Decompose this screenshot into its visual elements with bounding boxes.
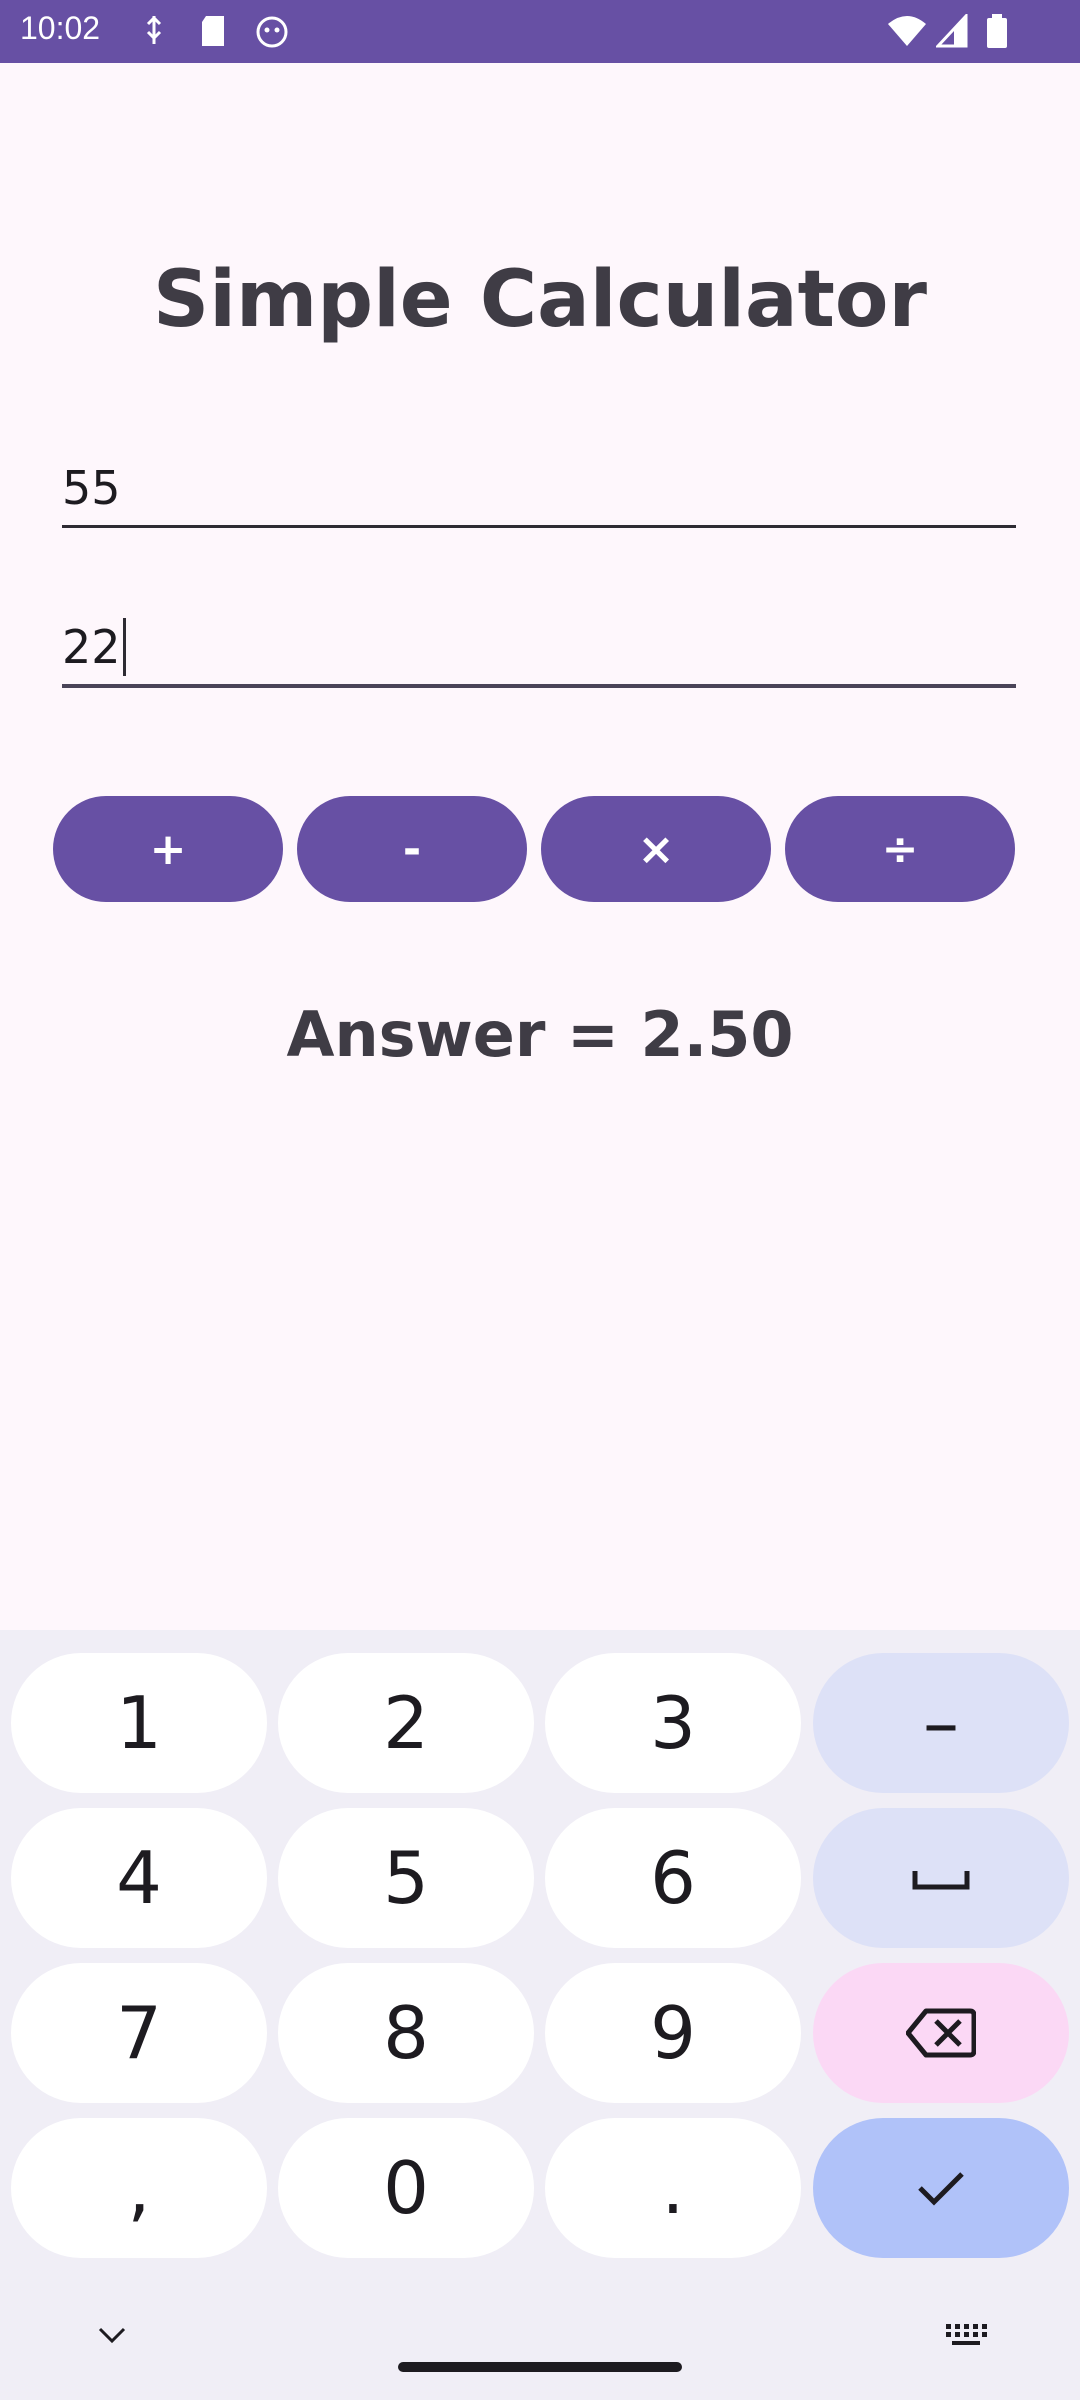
subtract-button[interactable]: - (297, 796, 527, 902)
space-bar-icon (912, 1871, 970, 1890)
first-number-value: 55 (62, 461, 121, 515)
key-1[interactable]: 1 (11, 1653, 267, 1793)
key-space[interactable] (813, 1808, 1069, 1948)
usb-debug-icon (142, 14, 166, 53)
key-8[interactable]: 8 (278, 1963, 534, 2103)
text-cursor (122, 618, 126, 676)
key-0[interactable]: 0 (278, 2118, 534, 2258)
app-title: Simple Calculator (153, 255, 927, 345)
key-2[interactable]: 2 (278, 1653, 534, 1793)
checkmark-icon (918, 2172, 964, 2206)
divide-button[interactable]: ÷ (785, 796, 1015, 902)
gesture-nav-handle[interactable] (398, 2362, 682, 2372)
status-bar: 10:02 (0, 0, 1080, 63)
answer-text: Answer = 2.50 (286, 998, 794, 1071)
key-backspace[interactable] (813, 1963, 1069, 2103)
second-number-value: 22 (62, 620, 121, 674)
keyboard-icon[interactable] (944, 2322, 988, 2353)
add-button[interactable]: + (53, 796, 283, 902)
battery-icon (986, 14, 1008, 53)
key-6[interactable]: 6 (545, 1808, 801, 1948)
key-7[interactable]: 7 (11, 1963, 267, 2103)
wifi-icon (886, 14, 928, 53)
key-9[interactable]: 9 (545, 1963, 801, 2103)
key-dash[interactable]: – (813, 1653, 1069, 1793)
key-comma[interactable]: , (11, 2118, 267, 2258)
status-time: 10:02 (20, 10, 101, 46)
backspace-icon (906, 2008, 976, 2058)
multiply-button[interactable]: × (541, 796, 771, 902)
key-enter[interactable] (813, 2118, 1069, 2258)
key-5[interactable]: 5 (278, 1808, 534, 1948)
key-4[interactable]: 4 (11, 1808, 267, 1948)
first-number-input[interactable]: 55 (62, 458, 1016, 528)
sd-card-icon (198, 14, 228, 53)
second-number-input[interactable]: 22 (62, 618, 1016, 688)
key-3[interactable]: 3 (545, 1653, 801, 1793)
key-period[interactable]: . (545, 2118, 801, 2258)
android-robot-icon (254, 14, 290, 53)
signal-icon (934, 12, 968, 53)
chevron-down-icon[interactable] (96, 2325, 128, 2350)
numeric-keyboard: 1 2 3 – 4 5 6 7 8 9 , 0 . (0, 1630, 1080, 2400)
